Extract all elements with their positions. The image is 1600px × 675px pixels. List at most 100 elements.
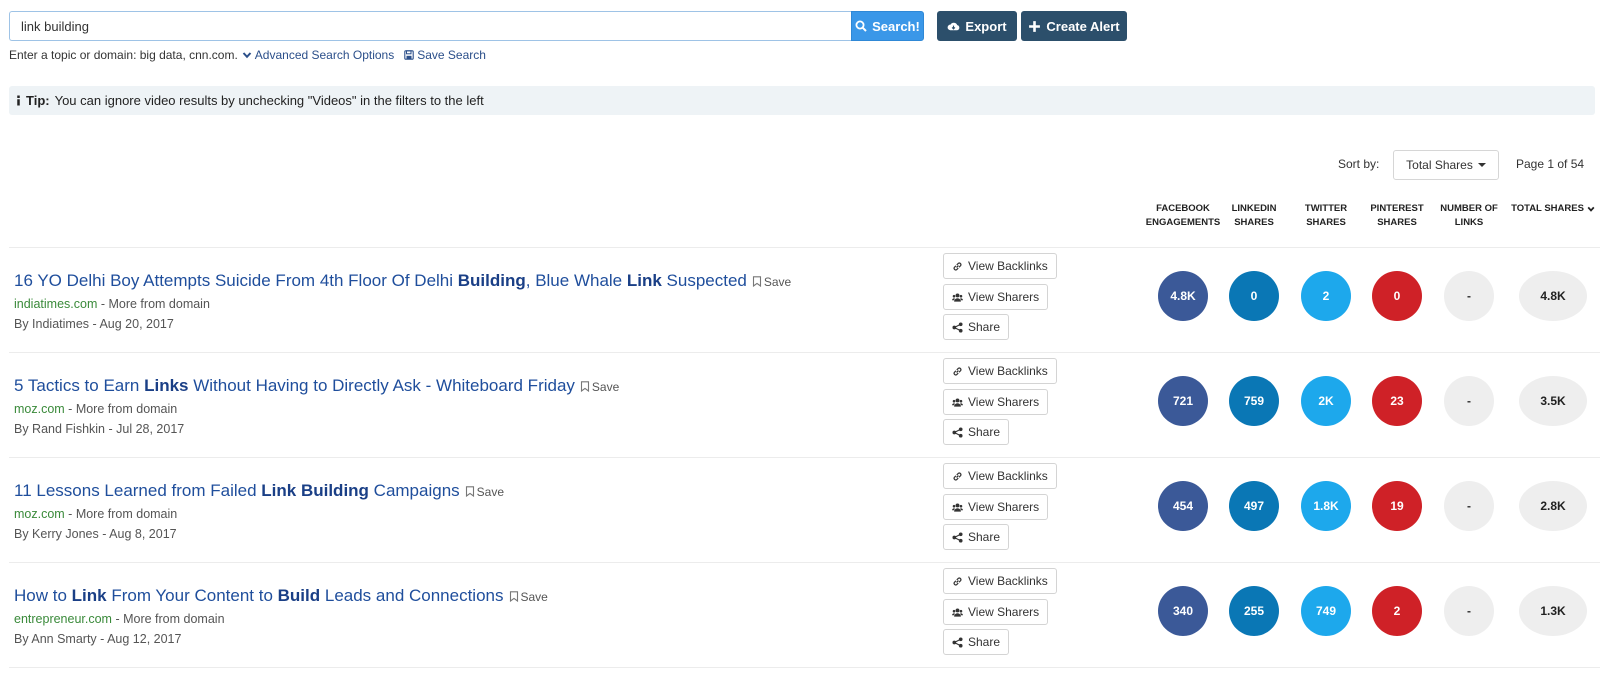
view-sharers-button[interactable]: View Sharers [943,494,1049,520]
view-backlinks-button[interactable]: View Backlinks [943,253,1057,279]
metric-twitter: 2 [1301,271,1351,321]
author-date: By Ann Smarty - Aug 12, 2017 [14,632,182,646]
title-text: From Your Content to [106,586,278,605]
col-twitter[interactable]: TWITTER SHARES [1294,202,1358,230]
view-sharers-label: View Sharers [968,290,1040,304]
search-button[interactable]: Search! [851,11,924,41]
domain-separator: - [97,297,109,311]
view-sharers-label: View Sharers [968,395,1040,409]
save-link[interactable]: Save [752,275,791,289]
advanced-search-link[interactable]: Advanced Search Options [242,48,394,62]
view-backlinks-button[interactable]: View Backlinks [943,568,1057,594]
domain-link[interactable]: moz.com [14,402,65,416]
export-label: Export [965,18,1007,34]
col-links[interactable]: NUMBER OF LINKS [1433,202,1505,230]
title-text: , Blue Whale [525,271,627,290]
view-sharers-label: View Sharers [968,500,1040,514]
helper-text: Enter a topic or domain: big data, cnn.c… [9,48,238,62]
result-row: 16 YO Delhi Boy Attempts Suicide From 4t… [0,248,1600,352]
view-sharers-button[interactable]: View Sharers [943,599,1049,625]
tip-text: You can ignore video results by unchecki… [54,93,484,108]
author-date: By Rand Fishkin - Jul 28, 2017 [14,422,185,436]
metric-total: 4.8K [1519,271,1587,321]
share-button[interactable]: Share [943,524,1010,550]
result-title-link[interactable]: 11 Lessons Learned from Failed Link Buil… [14,481,504,501]
metric-links: - [1444,376,1494,426]
save-search-link[interactable]: Save Search [404,48,486,62]
share-button[interactable]: Share [943,629,1010,655]
export-button[interactable]: Export [937,11,1017,41]
share-button[interactable]: Share [943,314,1010,340]
share-icon [952,531,963,543]
bookmark-icon [509,591,518,603]
sort-dropdown[interactable]: Total Shares [1393,150,1499,180]
metric-links: - [1444,271,1494,321]
domain-separator: - [64,402,76,416]
share-label: Share [968,425,1001,439]
sort-label: Sort by: [1338,157,1380,171]
metric-linkedin: 255 [1229,586,1279,636]
share-label: Share [968,320,1001,334]
col-pinterest[interactable]: PINTEREST SHARES [1365,202,1429,230]
search-input[interactable] [9,11,851,41]
col-total-shares[interactable]: TOTAL SHARES [1508,202,1598,216]
plus-icon [1029,20,1041,32]
more-from-domain-link[interactable]: More from domain [123,612,224,626]
title-text: 11 Lessons Learned from Failed [14,481,262,500]
view-backlinks-label: View Backlinks [968,364,1048,378]
metric-facebook: 454 [1158,481,1208,531]
search-button-label: Search! [872,18,920,34]
save-link[interactable]: Save [509,590,548,604]
title-text: Campaigns [368,481,460,500]
domain-link[interactable]: indiatimes.com [14,297,97,311]
share-button[interactable]: Share [943,419,1010,445]
metric-links: - [1444,481,1494,531]
save-link[interactable]: Save [580,380,619,394]
create-alert-button[interactable]: Create Alert [1021,11,1127,41]
title-highlight: Links [144,376,189,395]
col-facebook[interactable]: FACEBOOK ENGAGEMENTS [1138,202,1228,230]
users-icon [952,293,963,302]
page-info: Page 1 of 54 [1516,157,1585,171]
chevron-down-icon [242,52,252,59]
result-title-link[interactable]: 16 YO Delhi Boy Attempts Suicide From 4t… [14,271,791,291]
metric-facebook: 340 [1158,586,1208,636]
cloud-download-icon [948,22,960,30]
save-label: Save [763,274,792,289]
title-highlight: Link [71,586,107,605]
view-sharers-button[interactable]: View Sharers [943,284,1049,310]
result-title-link[interactable]: How to Link From Your Content to Build L… [14,586,548,606]
col-linkedin[interactable]: LINKEDIN SHARES [1222,202,1286,230]
save-link[interactable]: Save [465,485,504,499]
title-text: Without Having to Directly Ask - Whitebo… [188,376,575,395]
view-backlinks-button[interactable]: View Backlinks [943,358,1057,384]
metric-facebook: 721 [1158,376,1208,426]
title-text: Leads and Connections [320,586,504,605]
metric-links: - [1444,586,1494,636]
domain-link[interactable]: moz.com [14,507,65,521]
share-label: Share [968,635,1001,649]
title-highlight: Building [457,271,526,290]
author-date: By Kerry Jones - Aug 8, 2017 [14,527,177,541]
title-text: How to [14,586,72,605]
floppy-icon [404,50,414,60]
tip-prefix: Tip: [26,93,50,108]
more-from-domain-link[interactable]: More from domain [76,507,177,521]
users-icon [952,608,963,617]
domain-separator: - [111,612,124,626]
more-from-domain-link[interactable]: More from domain [108,297,209,311]
title-highlight: Link Building [261,481,369,500]
metric-pinterest: 0 [1372,271,1422,321]
view-sharers-button[interactable]: View Sharers [943,389,1049,415]
result-title-link[interactable]: 5 Tactics to Earn Links Without Having t… [14,376,619,396]
search-icon [855,20,867,32]
create-alert-label: Create Alert [1046,18,1120,34]
more-from-domain-link[interactable]: More from domain [76,402,177,416]
view-backlinks-button[interactable]: View Backlinks [943,463,1057,489]
title-highlight: Link [626,271,662,290]
view-backlinks-label: View Backlinks [968,259,1048,273]
metric-total: 1.3K [1519,586,1587,636]
domain-line: moz.com - More from domain [14,507,177,521]
domain-link[interactable]: entrepreneur.com [14,612,112,626]
domain-line: entrepreneur.com - More from domain [14,612,225,626]
